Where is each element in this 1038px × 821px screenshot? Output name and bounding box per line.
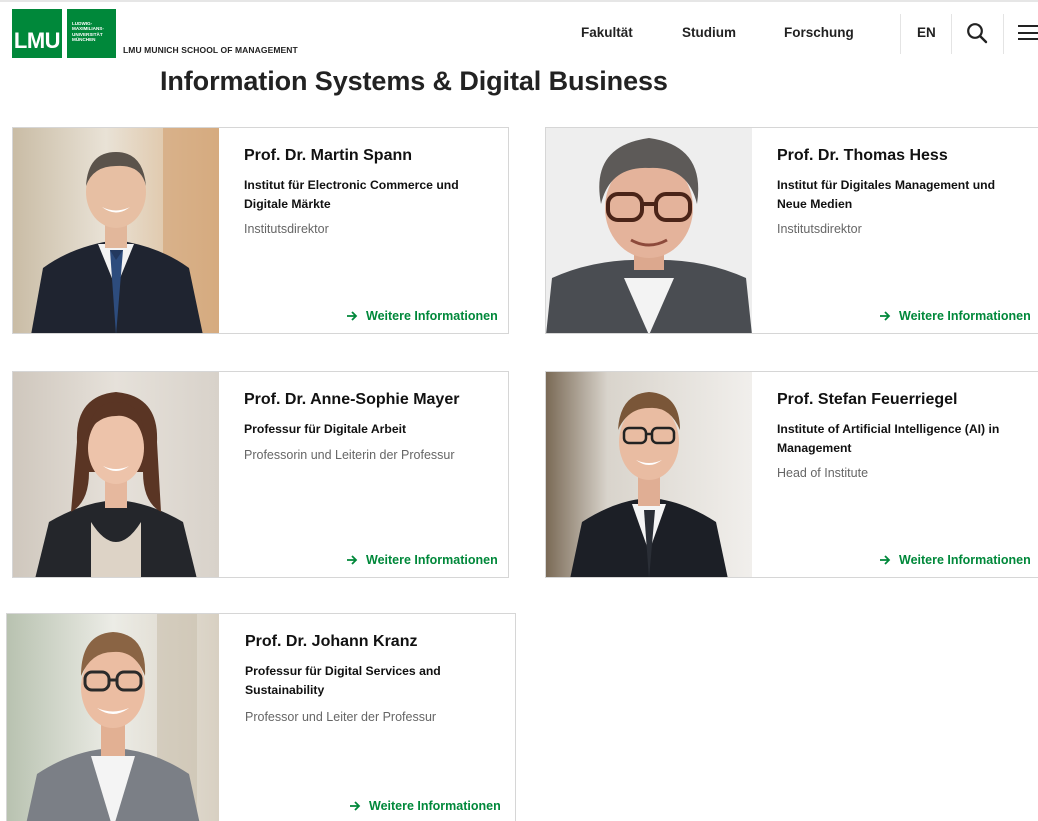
institute-name: Institute of Artificial Intelligence (AI… [777,422,1000,455]
nav-item-fakultaet[interactable]: Fakultät [581,25,633,40]
profile-card: Prof. Dr. Anne-Sophie Mayer Professur fü… [12,371,509,578]
more-info-link[interactable]: Weitere Informationen [346,309,498,323]
nav-divider [1003,14,1004,54]
nav-item-studium[interactable]: Studium [682,25,736,40]
hamburger-menu-icon[interactable] [1018,24,1038,42]
arrow-right-icon [880,555,891,565]
institute-name: Institut für Electronic Commerce und Dig… [244,178,459,211]
position-title: Professor und Leiter der Professur [245,710,437,724]
arrow-right-icon [350,801,361,811]
position-title: Institutsdirektor [244,222,329,236]
more-info-link[interactable]: Weitere Informationen [879,309,1031,323]
top-divider [0,0,1038,2]
institute-name: Professur für Digital Services and Susta… [245,664,441,697]
profile-card: Prof. Dr. Martin Spann Institut für Elec… [12,127,509,334]
professor-name: Prof. Dr. Thomas Hess [777,147,948,164]
portrait-photo [546,128,752,333]
institute-name: Institut für Digitales Management und Ne… [777,178,996,211]
position-title: Institutsdirektor [777,222,862,236]
institute-name: Professur für Digitale Arbeit [244,422,407,436]
position-title: Professorin und Leiterin der Professur [244,448,455,462]
lmu-logo[interactable]: LMU [12,9,62,58]
profile-card: Prof. Dr. Johann Kranz Professur für Dig… [6,613,516,821]
university-logo[interactable]: Ludwig- Maximilians- Universität München [67,9,116,58]
portrait-photo [13,372,219,577]
page-title: Information Systems & Digital Business [160,66,668,96]
more-info-link[interactable]: Weitere Informationen [349,799,501,813]
professor-name: Prof. Dr. Martin Spann [244,147,413,164]
position-title: Head of Institute [777,466,869,480]
professor-name: Prof. Dr. Johann Kranz [245,633,418,650]
professor-name: Prof. Dr. Anne-Sophie Mayer [244,391,460,408]
portrait-photo [7,614,219,821]
more-info-link[interactable]: Weitere Informationen [346,553,498,567]
more-info-link[interactable]: Weitere Informationen [879,553,1031,567]
portrait-photo [13,128,219,333]
arrow-right-icon [880,311,891,321]
arrow-right-icon [347,311,358,321]
nav-divider [951,14,952,54]
nav-divider [900,14,901,54]
language-switch[interactable]: EN [917,25,936,40]
school-name[interactable]: LMU MUNICH SCHOOL OF MANAGEMENT [123,45,298,55]
search-icon[interactable] [966,22,988,44]
profile-card: Prof. Stefan Feuerriegel Institute of Ar… [545,371,1038,578]
nav-item-forschung[interactable]: Forschung [784,25,854,40]
site-header: LMU Ludwig- Maximilians- Universität Mün… [0,0,1038,70]
profile-card: Prof. Dr. Thomas Hess Institut für Digit… [545,127,1038,334]
arrow-right-icon [347,555,358,565]
portrait-photo [546,372,752,577]
professor-name: Prof. Stefan Feuerriegel [777,391,958,408]
